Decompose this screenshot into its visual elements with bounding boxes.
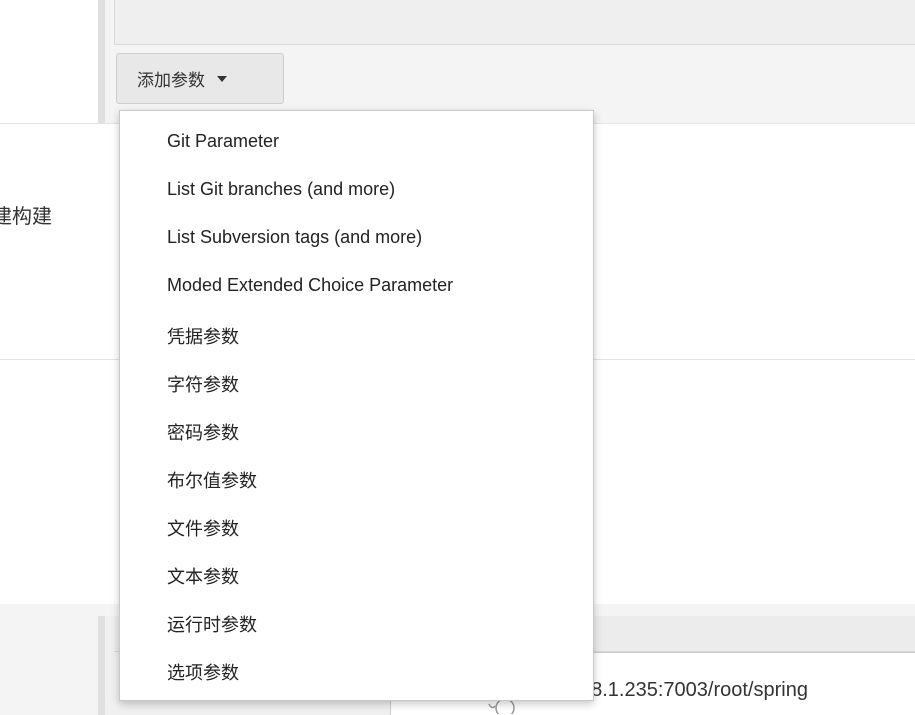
menu-item-choice-parameter[interactable]: 选项参数 [167, 659, 239, 685]
menu-item-credentials-parameter[interactable]: 凭据参数 [167, 323, 239, 349]
menu-item-list-subversion-tags[interactable]: List Subversion tags (and more) [167, 227, 422, 248]
menu-item-run-parameter[interactable]: 运行时参数 [167, 611, 257, 637]
menu-item-string-parameter[interactable]: 字符参数 [167, 371, 239, 397]
add-parameter-menu: Git Parameter List Git branches (and mor… [119, 110, 594, 701]
menu-item-git-parameter[interactable]: Git Parameter [167, 131, 279, 152]
row-label: 建构建 [0, 206, 52, 228]
repository-url-value: 68.1.235:7003/root/spring [580, 679, 808, 701]
menu-item-password-parameter[interactable]: 密码参数 [167, 419, 239, 445]
menu-item-list-git-branches[interactable]: List Git branches (and more) [167, 179, 395, 200]
add-parameter-button-label: 添加参数 [137, 71, 205, 90]
menu-item-moded-extended-choice[interactable]: Moded Extended Choice Parameter [167, 275, 453, 296]
menu-item-boolean-parameter[interactable]: 布尔值参数 [167, 467, 257, 493]
menu-item-text-parameter[interactable]: 文本参数 [167, 563, 239, 589]
add-parameter-button[interactable]: 添加参数 [116, 53, 284, 104]
page-root: 添加参数 建构建 68.1.235:7003/root/spring Git P… [0, 0, 915, 715]
caret-down-icon [217, 75, 227, 82]
menu-item-file-parameter[interactable]: 文件参数 [167, 515, 239, 541]
parameter-list-area [114, 0, 915, 45]
